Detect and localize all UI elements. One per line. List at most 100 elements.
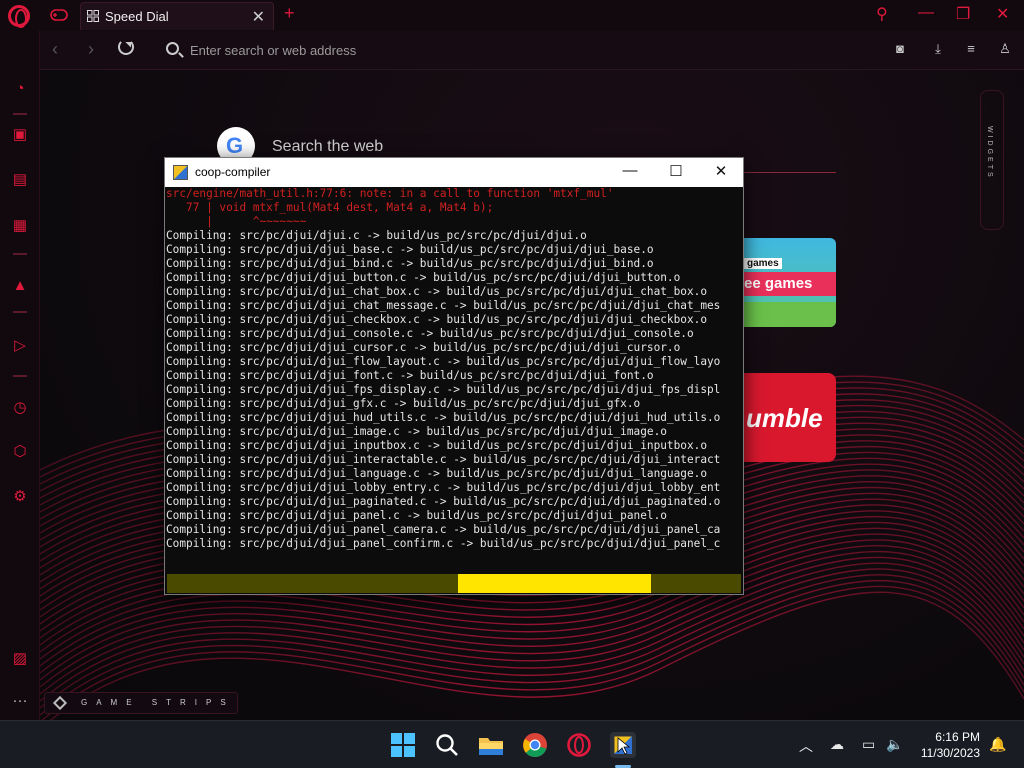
console-close-button[interactable]: ✕ — [706, 162, 736, 180]
console-line: Compiling: src/pc/djui/djui_chat_message… — [166, 299, 721, 312]
tile-games-grass — [744, 302, 836, 327]
clock-time[interactable]: 6:16 PM — [920, 730, 980, 744]
close-window-button[interactable]: ✕ — [996, 4, 1009, 24]
console-line: 77 | void mtxf_mul(Mat4 dest, Mat4 a, Ma… — [166, 201, 494, 214]
aria-icon[interactable]: ▲ — [10, 276, 30, 296]
console-maximize-button[interactable]: ☐ — [661, 162, 691, 180]
opera-gx-taskbar-icon[interactable] — [566, 732, 592, 758]
forward-button[interactable]: › — [88, 39, 94, 60]
history-icon[interactable]: ◷ — [10, 398, 30, 418]
app-icon — [173, 165, 188, 180]
address-bar: ‹ › ◙ ⤓ ≡ ♙ — [40, 31, 1024, 70]
console-title: coop-compiler — [195, 165, 271, 179]
restore-button[interactable]: ❐ — [956, 4, 970, 24]
sidebar-divider — [13, 113, 27, 115]
console-line: Compiling: src/pc/djui/djui_gfx.c -> bui… — [166, 397, 641, 410]
sidebar-divider — [13, 253, 27, 255]
tab-speed-dial[interactable]: Speed Dial ✕ — [80, 2, 274, 30]
file-explorer-icon[interactable] — [478, 732, 504, 758]
console-line: Compiling: src/pc/djui/djui_button.c -> … — [166, 271, 681, 284]
player-icon[interactable]: ▷ — [10, 336, 30, 356]
console-line: Compiling: src/pc/djui/djui_fps_display.… — [166, 383, 721, 396]
grid-icon — [87, 10, 99, 22]
console-line: Compiling: src/pc/djui/djui_panel.c -> b… — [166, 509, 667, 522]
speed-dial-tile-free-games[interactable]: games ee games — [744, 238, 836, 327]
gx-corner-icon[interactable]: ▣ — [10, 125, 30, 145]
address-input[interactable] — [190, 39, 830, 61]
tile-humble-text: umble — [746, 403, 823, 433]
search-tabs-icon[interactable]: ⚲ — [876, 4, 888, 24]
gamepad-icon[interactable] — [50, 8, 68, 22]
minimize-button[interactable]: — — [918, 4, 934, 22]
chrome-icon[interactable] — [522, 732, 548, 758]
console-line: Compiling: src/pc/djui/djui_checkbox.c -… — [166, 313, 707, 326]
console-window[interactable]: coop-compiler — ☐ ✕ src/engine/math_util… — [164, 157, 744, 595]
tab-bar: Speed Dial ✕ + ⚲ — ❐ ✕ — [0, 0, 1024, 31]
taskbar: ︿ ☁ ▭ 🔈 6:16 PM 11/30/2023 🔔 — [0, 720, 1024, 768]
gx-control-icon[interactable]: ◔ — [10, 79, 30, 99]
sidebar: ◔ ▣ ▤ ▦ ▲ ▷ ◷ ⬡ ⚙ ▨ ··· — [0, 31, 40, 720]
console-line: Compiling: src/pc/djui/djui_cursor.c -> … — [166, 341, 681, 354]
back-button[interactable]: ‹ — [52, 39, 58, 60]
reload-icon[interactable] — [118, 39, 134, 55]
sidebar-divider — [13, 311, 27, 313]
cpu-icon[interactable]: ▦ — [10, 216, 30, 236]
console-line: Compiling: src/pc/djui/djui_interactable… — [166, 453, 721, 466]
console-line: Compiling: src/pc/djui/djui_paginated.c … — [166, 495, 721, 508]
speed-dial-tile-humble[interactable]: umble — [744, 373, 836, 462]
windows-start-icon[interactable] — [390, 732, 416, 758]
diamond-icon — [52, 695, 68, 711]
console-line: Compiling: src/pc/djui/djui_panel_confir… — [166, 537, 721, 550]
tile-games-text: ee games — [744, 275, 813, 292]
console-line: Compiling: src/pc/djui/djui.c -> build/u… — [166, 229, 587, 242]
network-icon[interactable]: ▭ — [862, 736, 875, 753]
game-strips-label: GAME STRIPS — [81, 698, 235, 707]
show-hidden-icons-chevron-icon[interactable]: ︿ — [799, 736, 813, 756]
tile-games-tag: games — [744, 258, 782, 269]
console-line: Compiling: src/pc/djui/djui_base.c -> bu… — [166, 243, 654, 256]
onedrive-cloud-icon[interactable]: ☁ — [830, 736, 844, 753]
console-minimize-button[interactable]: — — [615, 162, 645, 179]
build-progress-fill — [458, 574, 651, 593]
easy-setup-icon[interactable]: ≡ — [963, 42, 979, 56]
more-dots-icon[interactable]: ··· — [10, 691, 30, 711]
console-line: Compiling: src/pc/djui/djui_font.c -> bu… — [166, 369, 654, 382]
console-line: Compiling: src/pc/djui/djui_chat_box.c -… — [166, 285, 707, 298]
search-icon — [166, 42, 179, 55]
search-the-web-label[interactable]: Search the web — [272, 138, 383, 156]
console-titlebar[interactable]: coop-compiler — ☐ ✕ — [165, 158, 743, 187]
console-line: Compiling: src/pc/djui/djui_lobby_entry.… — [166, 481, 721, 494]
console-line: Compiling: src/pc/djui/djui_panel_camera… — [166, 523, 721, 536]
twitch-icon[interactable]: ▤ — [10, 170, 30, 190]
opera-gx-logo-icon[interactable] — [8, 5, 30, 28]
game-strips-button[interactable]: GAME STRIPS — [44, 692, 238, 714]
close-tab-icon[interactable]: ✕ — [252, 7, 265, 27]
notification-bell-icon[interactable]: 🔔 — [989, 736, 1006, 753]
build-progress-bar — [167, 574, 741, 593]
widgets-label: WIDGETS — [986, 126, 993, 180]
console-line: src/engine/math_util.h:77:6: note: in a … — [166, 187, 614, 200]
coop-compiler-taskbar-icon[interactable] — [610, 732, 636, 758]
console-line: Compiling: src/pc/djui/djui_hud_utils.c … — [166, 411, 721, 424]
account-icon[interactable]: ♙ — [997, 42, 1013, 56]
console-line: Compiling: src/pc/djui/djui_console.c ->… — [166, 327, 694, 340]
console-line: Compiling: src/pc/djui/djui_language.c -… — [166, 467, 707, 480]
camera-icon[interactable]: ◙ — [892, 42, 908, 56]
settings-gear-icon[interactable]: ⚙ — [10, 487, 30, 507]
download-icon[interactable]: ⤓ — [930, 42, 946, 56]
console-line: Compiling: src/pc/djui/djui_inputbox.c -… — [166, 439, 707, 452]
console-line: Compiling: src/pc/djui/djui_image.c -> b… — [166, 425, 667, 438]
google-logo-icon: G — [226, 133, 244, 158]
console-output[interactable]: src/engine/math_util.h:77:6: note: in a … — [165, 187, 743, 561]
new-tab-button[interactable]: + — [284, 3, 295, 24]
extensions-cube-icon[interactable]: ⬡ — [10, 442, 30, 462]
search-icon[interactable] — [434, 732, 460, 758]
clock-date[interactable]: 11/30/2023 — [900, 746, 980, 760]
sidebar-divider — [13, 375, 27, 377]
search-underline — [744, 172, 836, 173]
wallpaper-image-icon[interactable]: ▨ — [10, 649, 30, 669]
tab-title: Speed Dial — [105, 9, 169, 24]
console-line: | ^~~~~~~~ — [166, 215, 307, 228]
console-line: Compiling: src/pc/djui/djui_flow_layout.… — [166, 355, 721, 368]
console-line: Compiling: src/pc/djui/djui_bind.c -> bu… — [166, 257, 654, 270]
